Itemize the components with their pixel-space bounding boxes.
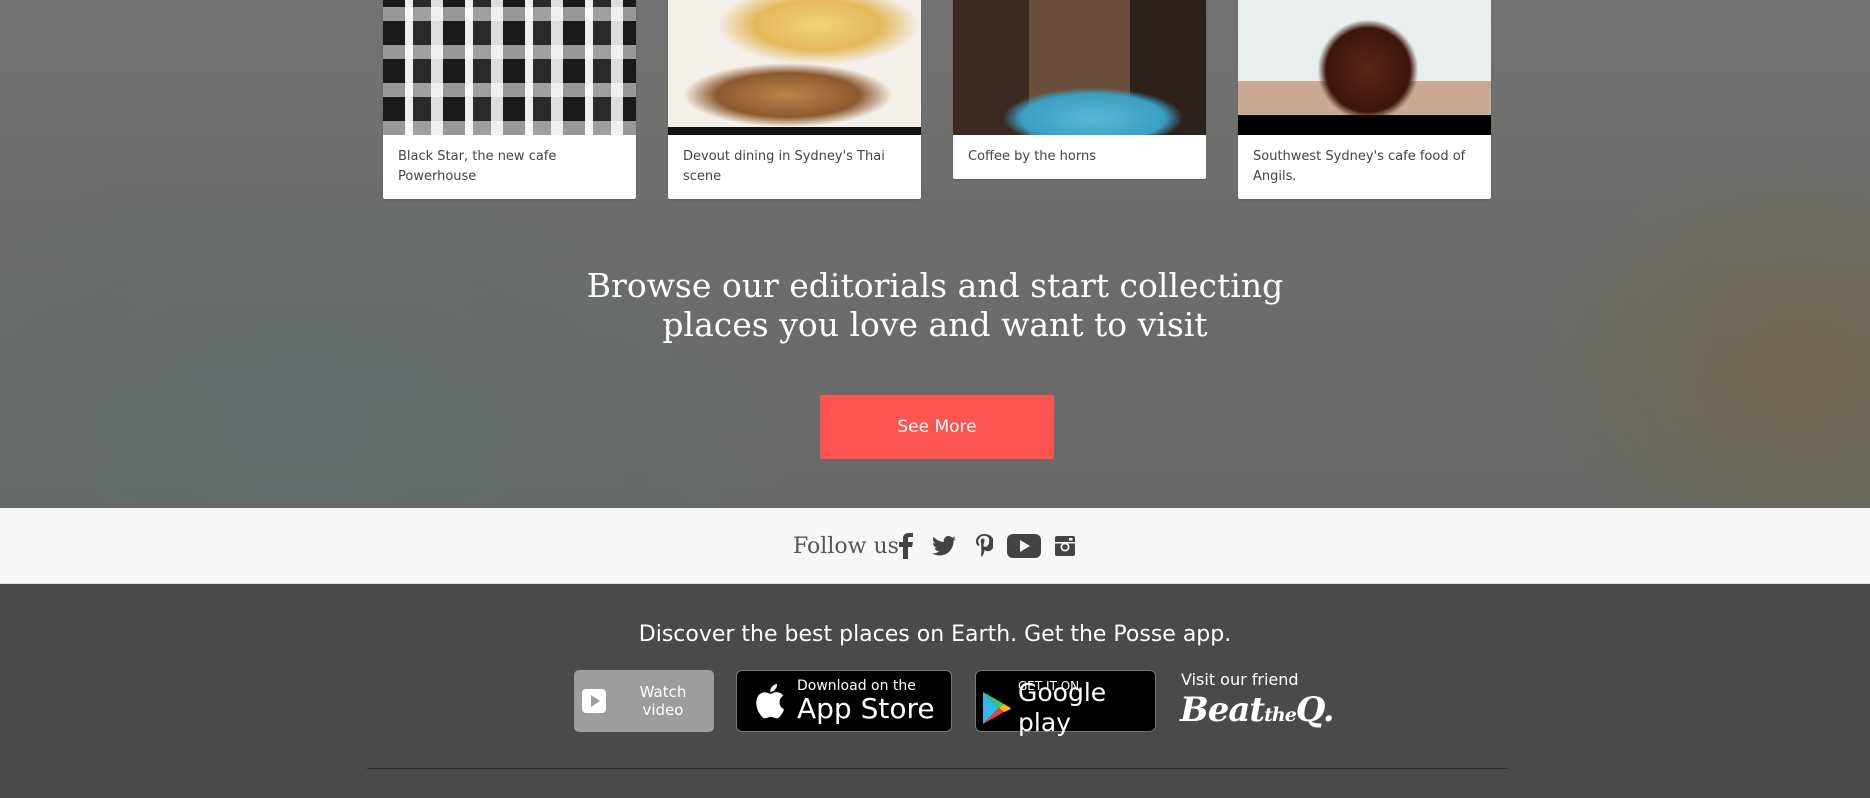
editorial-title[interactable]: Southwest Sydney's cafe food of Angils. xyxy=(1238,135,1491,199)
editorial-hero: Black Star, the new cafe Powerhouse Devo… xyxy=(0,0,1870,508)
play-icon xyxy=(582,689,606,713)
youtube-icon[interactable] xyxy=(1007,532,1041,560)
facebook-icon[interactable] xyxy=(892,532,920,560)
editorial-thumbnail[interactable] xyxy=(383,0,636,135)
browse-headline: Browse our editorials and start collecti… xyxy=(0,266,1870,344)
editorial-card[interactable]: Black Star, the new cafe Powerhouse xyxy=(383,0,636,199)
twitter-icon[interactable] xyxy=(930,532,958,560)
headline-line: places you love and want to visit xyxy=(662,305,1208,344)
watch-video-label: Watch video xyxy=(639,683,687,719)
editorial-card[interactable]: Devout dining in Sydney's Thai scene xyxy=(668,0,921,199)
editorial-title[interactable]: Coffee by the horns xyxy=(953,135,1206,179)
editorial-thumbnail[interactable] xyxy=(953,0,1206,135)
editorial-card[interactable]: Coffee by the horns xyxy=(953,0,1206,179)
google-play-icon xyxy=(982,691,1012,725)
follow-label: Follow us xyxy=(793,534,899,559)
pinterest-icon[interactable] xyxy=(970,532,998,560)
editorial-card[interactable]: Southwest Sydney's cafe food of Angils. xyxy=(1238,0,1491,199)
editorial-title[interactable]: Black Star, the new cafe Powerhouse xyxy=(383,135,636,199)
app-store-badge[interactable]: Download on the App Store xyxy=(736,670,952,732)
follow-bar: Follow us xyxy=(0,508,1870,584)
watch-video-button[interactable]: Watch video xyxy=(574,670,714,732)
headline-line: Browse our editorials and start collecti… xyxy=(586,266,1284,305)
apple-icon xyxy=(753,682,785,720)
editorial-thumbnail[interactable] xyxy=(1238,0,1491,135)
google-play-badge[interactable]: GET IT ON Google play xyxy=(975,670,1156,737)
app-store-big-text: App Store xyxy=(797,692,935,725)
google-play-small-text: GET IT ON xyxy=(1018,679,1080,693)
beat-the-q-logo[interactable]: BeattheQ. xyxy=(1180,690,1335,730)
footer-divider xyxy=(367,768,1508,769)
editorial-title[interactable]: Devout dining in Sydney's Thai scene xyxy=(668,135,921,199)
footer: Discover the best places on Earth. Get t… xyxy=(0,584,1870,798)
friend-label: Visit our friend xyxy=(1181,670,1299,689)
instagram-icon[interactable] xyxy=(1051,532,1079,560)
see-more-button[interactable]: See More xyxy=(820,395,1054,459)
app-tagline: Discover the best places on Earth. Get t… xyxy=(638,622,1232,647)
editorial-thumbnail[interactable] xyxy=(668,0,921,135)
